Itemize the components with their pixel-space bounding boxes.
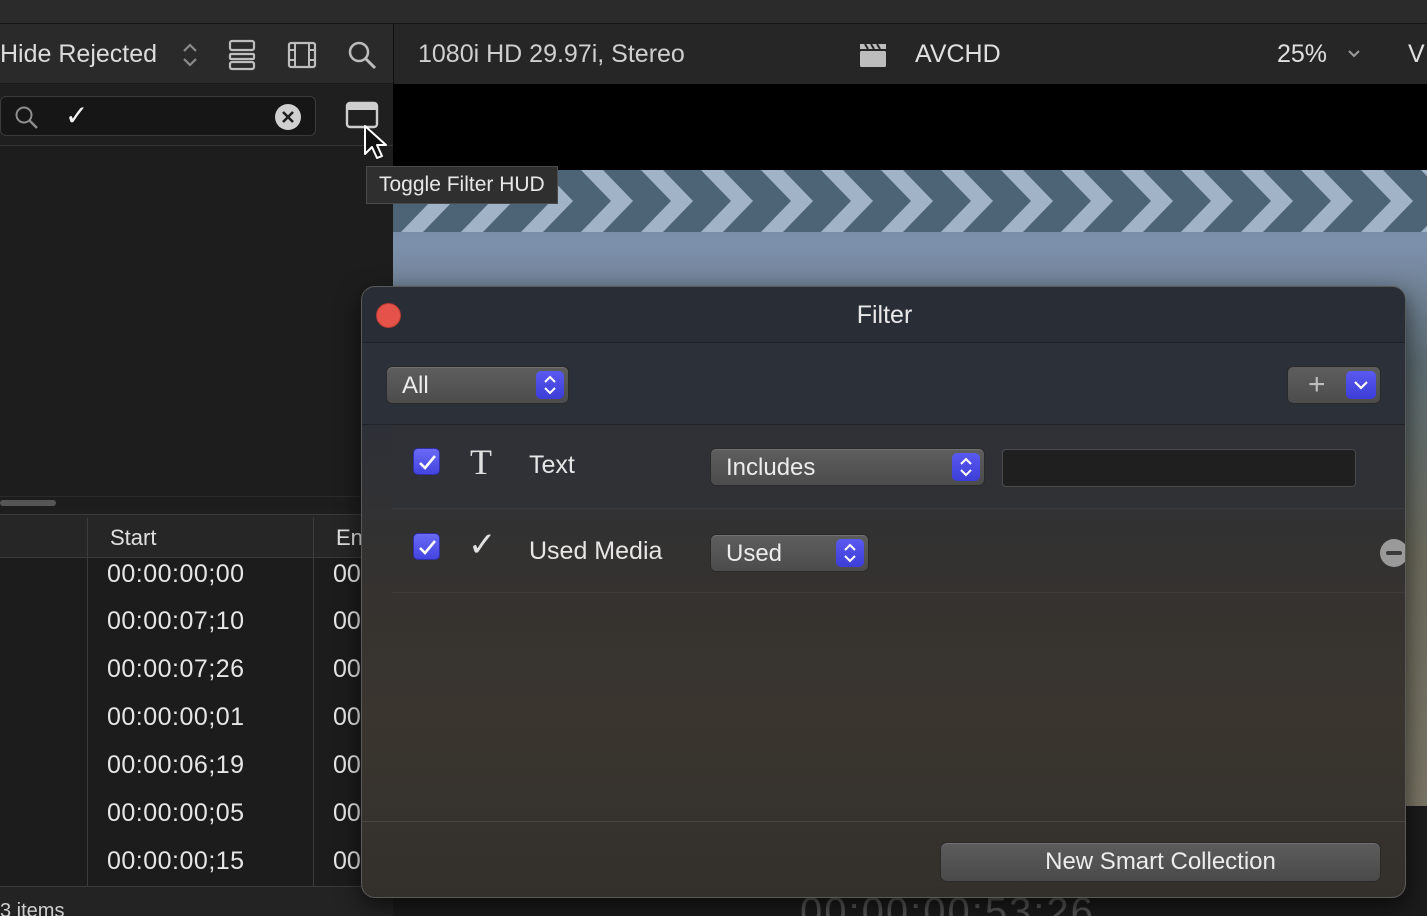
rule-used-popup[interactable]: Used — [710, 534, 869, 572]
table-row-end[interactable]: 00 — [333, 799, 361, 828]
tooltip: Toggle Filter HUD — [366, 166, 558, 204]
hud-divider — [362, 821, 1405, 822]
viewer-codec: AVCHD — [915, 40, 1001, 68]
table-row-start[interactable]: 00:00:07;26 — [107, 655, 245, 684]
rule-used-media-label: Used Media — [529, 537, 663, 565]
match-all-popup[interactable]: All — [386, 366, 569, 404]
add-rule-button[interactable]: + — [1287, 366, 1381, 404]
text-icon: T — [470, 442, 492, 482]
plus-icon: + — [1308, 368, 1326, 401]
rule-text-input[interactable] — [1002, 449, 1356, 487]
updown-arrows-icon — [952, 453, 980, 481]
table-row-end[interactable]: 00 — [333, 751, 361, 780]
remove-rule-icon[interactable] — [1380, 539, 1405, 567]
updown-arrows-icon — [536, 371, 564, 399]
filter-hud: Filter All + T Text Includes ✓ Used Medi… — [361, 286, 1406, 898]
table-row-start[interactable]: 00:00:06;19 — [107, 751, 245, 780]
table-row-start[interactable]: 00:00:00;01 — [107, 703, 245, 732]
table-row-start[interactable]: 00:00:00;00 — [107, 560, 245, 589]
column-divider[interactable] — [87, 518, 88, 886]
rule-text-checkbox[interactable] — [413, 448, 440, 475]
chevron-down-icon — [1346, 371, 1376, 399]
table-row-start[interactable]: 00:00:00;05 — [107, 799, 245, 828]
clip-appearance-icon[interactable] — [225, 38, 259, 72]
rule-text-label: Text — [529, 451, 575, 479]
items-count: 3 items — [0, 900, 65, 916]
scrollbar-thumb[interactable] — [0, 500, 56, 506]
app-window: Hide Rejected ✓ Start En 00:00:00;00 00 … — [0, 0, 1427, 916]
table-row-end[interactable]: 00 — [333, 703, 361, 732]
updown-chevron-icon[interactable] — [180, 40, 200, 70]
column-divider[interactable] — [313, 518, 314, 886]
new-smart-collection-button[interactable]: New Smart Collection — [940, 842, 1381, 882]
operator-label: Includes — [726, 454, 816, 481]
search-icon[interactable] — [345, 38, 379, 72]
table-row-end[interactable]: 00 — [333, 655, 361, 684]
hide-rejected-popup[interactable]: Hide Rejected — [0, 40, 157, 69]
used-label: Used — [726, 540, 783, 567]
horizontal-scrollbar[interactable] — [0, 496, 393, 510]
mouse-cursor-icon — [364, 125, 387, 159]
zoom-popup[interactable]: 25% — [1277, 40, 1327, 69]
column-header-start[interactable]: Start — [110, 525, 156, 551]
table-row-end[interactable]: 00 — [333, 607, 361, 636]
top-strip — [0, 0, 1427, 24]
hud-title: Filter — [856, 301, 913, 329]
browser-filmstrip-area — [0, 146, 393, 496]
table-row-start[interactable]: 00:00:00;15 — [107, 847, 245, 876]
magnifier-icon — [15, 106, 38, 129]
list-header — [0, 514, 393, 558]
chevron-down-icon[interactable] — [1345, 45, 1363, 63]
table-row-end[interactable]: 00 — [333, 560, 361, 589]
checkmark-icon: ✓ — [468, 526, 497, 564]
viewer-canvas-top — [393, 84, 1427, 170]
search-value: ✓ — [65, 100, 89, 131]
rule-operator-popup[interactable]: Includes — [710, 448, 985, 486]
table-row-end[interactable]: 00 — [333, 847, 361, 876]
clear-icon[interactable] — [275, 104, 301, 130]
column-header-end[interactable]: En — [336, 525, 363, 551]
table-row-start[interactable]: 00:00:07;10 — [107, 607, 245, 636]
search-input[interactable]: ✓ — [0, 96, 316, 136]
rule-used-media-checkbox[interactable] — [413, 533, 440, 560]
clapperboard-icon — [860, 43, 886, 67]
filmstrip-icon[interactable] — [285, 38, 319, 72]
view-menu[interactable]: V — [1408, 40, 1425, 69]
updown-arrows-icon — [836, 539, 864, 567]
match-all-label: All — [402, 372, 429, 399]
viewer-format: 1080i HD 29.97i, Stereo — [418, 40, 685, 68]
